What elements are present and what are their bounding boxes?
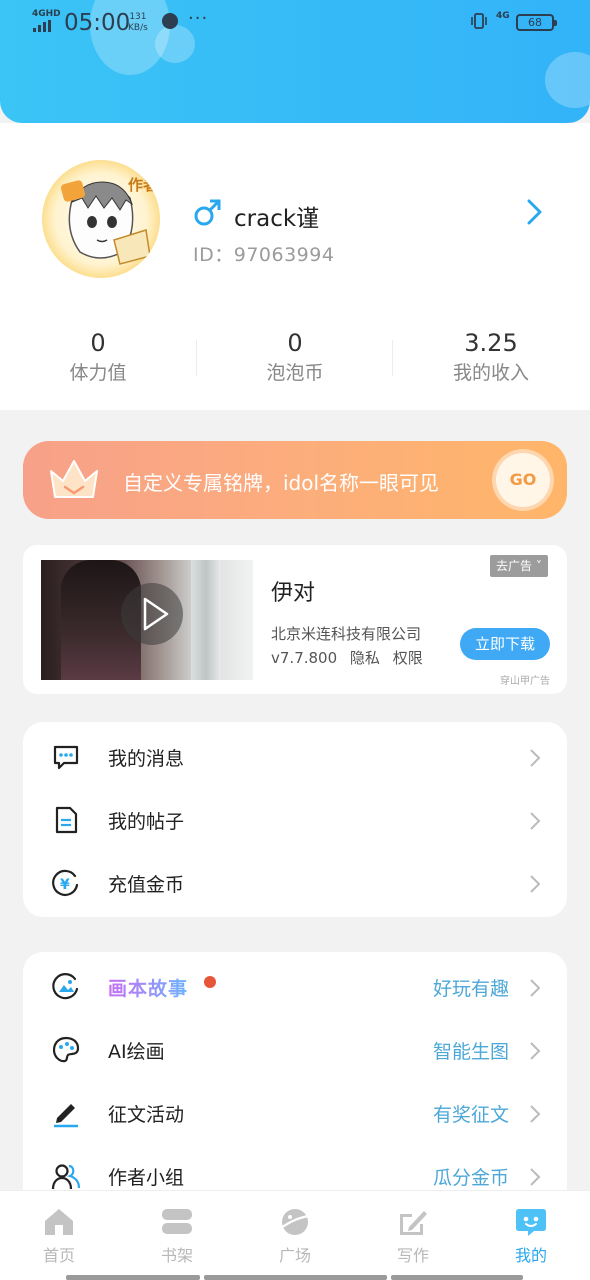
vibrate-icon <box>471 13 487 29</box>
network-type: 4GHD <box>32 9 61 19</box>
username: crack谨 <box>234 206 320 232</box>
menu-item-tag: 好玩有趣 <box>432 978 509 1000</box>
gesture-bar <box>391 1275 523 1280</box>
menu-item-messages[interactable]: 我的消息 <box>23 726 567 789</box>
stat-income[interactable]: 3.25 我的收入 <box>393 328 589 388</box>
menu-item-picture-book[interactable]: 画本故事 好玩有趣 <box>23 956 567 1019</box>
go-button[interactable]: GO <box>496 453 550 507</box>
user-id: ID：97063994 <box>193 244 335 266</box>
net-speed-unit: KB/s <box>128 23 148 33</box>
ad-video-curtain <box>191 560 221 680</box>
crown-icon <box>50 460 98 498</box>
profile-chat-icon <box>516 1209 546 1236</box>
message-icon <box>53 745 79 770</box>
bottom-tab-bar: 首页 书架 广场 写作 我的 <box>0 1190 590 1280</box>
menu-item-label: 充值金币 <box>108 874 185 896</box>
menu-item-tag: 智能生图 <box>432 1041 509 1063</box>
planet-icon <box>280 1209 310 1235</box>
ad-version: v7.7.800 <box>271 649 338 667</box>
menu-item-label: 征文活动 <box>108 1104 185 1126</box>
banner-text: 自定义专属铭牌，idol名称一眼可见 <box>123 471 440 495</box>
download-button[interactable]: 立即下载 <box>460 628 550 660</box>
chevron-right-icon <box>530 979 541 997</box>
ad-video-thumbnail[interactable] <box>41 560 253 680</box>
document-icon <box>55 806 78 834</box>
stat-stamina[interactable]: 0 体力值 <box>0 328 196 388</box>
tab-label: 我的 <box>514 1246 547 1265</box>
menu-item-tag: 瓜分金币 <box>432 1167 509 1189</box>
net-speed-value: 131 <box>129 12 147 22</box>
menu-item-ai-painting[interactable]: AI绘画 智能生图 <box>23 1019 567 1082</box>
battery-icon: 68 <box>516 14 557 31</box>
tab-label: 书架 <box>160 1246 193 1265</box>
svg-text:¥: ¥ <box>60 877 70 893</box>
tab-label: 首页 <box>42 1246 75 1265</box>
picture-book-icon <box>52 973 79 1000</box>
avatar-illustration: 作者 <box>60 176 158 265</box>
menu-item-recharge[interactable]: ¥ 充值金币 <box>23 852 567 915</box>
chevron-right-icon <box>530 875 541 893</box>
gesture-bar <box>204 1275 387 1280</box>
tab-home[interactable]: 首页 <box>0 1206 118 1266</box>
avatar[interactable]: 作者 <box>42 160 160 278</box>
tab-label: 写作 <box>396 1246 429 1265</box>
tab-bookshelf[interactable]: 书架 <box>118 1206 236 1266</box>
compass-icon <box>162 13 178 29</box>
menu-item-label: 我的帖子 <box>108 811 185 833</box>
remove-ad-button[interactable]: 去广告 ˅ <box>490 555 548 577</box>
gesture-bar <box>66 1275 200 1280</box>
bookshelf-icon <box>162 1209 192 1234</box>
menu-item-essay-contest[interactable]: 征文活动 有奖征文 <box>23 1082 567 1145</box>
stat-value: 0 <box>90 329 106 357</box>
write-icon <box>400 1211 427 1235</box>
net-speed: 131 KB/s <box>128 12 148 34</box>
ad-privacy-link[interactable]: 隐私 <box>350 649 380 667</box>
menu-item-label: 我的消息 <box>108 748 185 770</box>
stat-bubble-coins[interactable]: 0 泡泡币 <box>197 328 393 388</box>
chevron-right-icon <box>530 1042 541 1060</box>
clock: 05:00 <box>64 10 131 36</box>
menu-item-label: AI绘画 <box>108 1041 165 1063</box>
pen-icon <box>54 1104 78 1128</box>
home-icon <box>45 1209 73 1235</box>
chevron-right-icon <box>530 812 541 830</box>
tab-write[interactable]: 写作 <box>354 1206 472 1266</box>
nameplate-banner[interactable]: 自定义专属铭牌，idol名称一眼可见 GO <box>23 441 567 519</box>
menu-item-label: 作者小组 <box>108 1167 185 1189</box>
more-icon: ··· <box>188 8 209 29</box>
yuan-coin-icon: ¥ <box>52 869 79 896</box>
menu-item-posts[interactable]: 我的帖子 <box>23 789 567 852</box>
ad-source: 穿山甲广告 <box>500 676 550 687</box>
ad-meta: v7.7.800 隐私 权限 <box>271 647 431 668</box>
play-icon[interactable] <box>121 583 183 645</box>
decor-bubble <box>545 52 590 108</box>
tab-label: 广场 <box>278 1246 311 1265</box>
ad-company: 北京米连科技有限公司 <box>271 625 422 643</box>
chevron-right-icon <box>530 749 541 767</box>
signal-icon <box>33 20 53 32</box>
notification-dot <box>204 976 216 988</box>
tab-square[interactable]: 广场 <box>236 1206 354 1266</box>
chevron-right-icon[interactable] <box>520 196 548 228</box>
menu-item-tag: 有奖征文 <box>432 1104 509 1126</box>
stat-value: 3.25 <box>464 329 518 357</box>
ad-app-title: 伊对 <box>271 581 316 606</box>
stat-label: 我的收入 <box>452 362 529 384</box>
stat-value: 0 <box>287 329 303 357</box>
palette-icon <box>52 1036 80 1063</box>
stat-label: 泡泡币 <box>266 362 324 384</box>
menu-card-primary: 我的消息 我的帖子 ¥ 充值金币 <box>23 722 567 917</box>
network-type-right: 4G <box>496 11 510 21</box>
ad-permissions-link[interactable]: 权限 <box>393 649 423 667</box>
chevron-right-icon <box>530 1105 541 1123</box>
stat-label: 体力值 <box>69 362 127 384</box>
menu-card-features: 画本故事 好玩有趣 AI绘画 智能生图 征文活动 有奖征文 作者小组 瓜分金币 <box>23 952 567 1212</box>
group-icon <box>51 1164 81 1190</box>
menu-item-label: 画本故事 <box>108 974 188 1001</box>
chevron-right-icon <box>530 1168 541 1186</box>
status-bar: 4GHD 05:00 131 KB/s ··· 4G 68 <box>0 0 590 46</box>
tab-mine[interactable]: 我的 <box>472 1206 590 1266</box>
ad-card[interactable]: 伊对 北京米连科技有限公司 v7.7.800 隐私 权限 去广告 ˅ 立即下载 … <box>23 545 567 694</box>
male-gender-icon <box>194 199 221 226</box>
